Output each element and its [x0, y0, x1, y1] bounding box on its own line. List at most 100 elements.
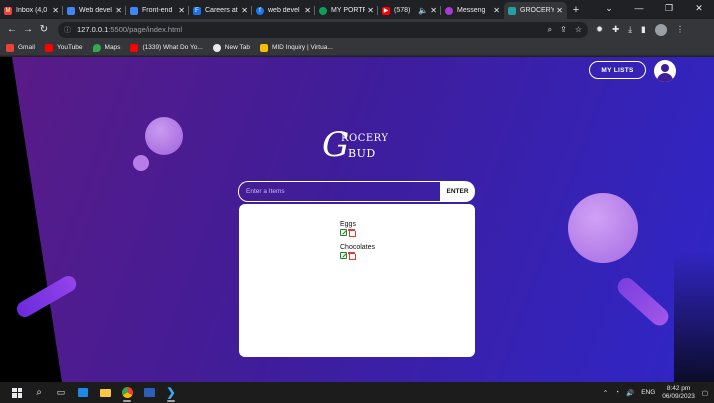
store-app[interactable]: [72, 382, 94, 403]
url-host: 127.0.0.1: [77, 25, 109, 34]
bookmark-label: MID Inquiry | Virtua...: [271, 44, 333, 51]
tab-label: MY PORTF: [331, 7, 366, 14]
tab-label: (578): [394, 7, 411, 14]
decor-pill-right: [613, 274, 673, 330]
close-icon[interactable]: ✕: [115, 6, 122, 15]
f-icon: F: [193, 6, 201, 15]
bookmark-label: Maps: [104, 44, 121, 51]
right-decor-shade: [674, 57, 714, 382]
tab-label: Inbox (4,0: [16, 7, 48, 14]
youtube-icon: [130, 43, 139, 52]
menu-kebab-icon[interactable]: ⋮: [676, 24, 685, 35]
close-icon[interactable]: ✕: [493, 6, 500, 15]
share-icon[interactable]: ⇪: [560, 25, 567, 35]
tab-gmail[interactable]: M Inbox (4,0 ✕: [0, 2, 63, 19]
bookmark-new-tab[interactable]: New Tab: [212, 43, 250, 52]
minimize-button[interactable]: —: [624, 0, 654, 19]
tab-careers[interactable]: F Careers at ✕: [189, 2, 252, 19]
info-icon[interactable]: ⓘ: [64, 25, 71, 35]
speaker-icon[interactable]: 🔈: [418, 6, 428, 15]
start-button[interactable]: [6, 382, 28, 403]
close-icon[interactable]: ✕: [241, 6, 248, 15]
bookmark-maps[interactable]: Maps: [92, 43, 121, 52]
trash-icon[interactable]: [348, 229, 356, 237]
notification-icon[interactable]: ▢: [702, 389, 708, 397]
tab-label: Messeng: [457, 7, 486, 14]
tab-front-end[interactable]: Front-end ✕: [126, 2, 189, 19]
language-indicator[interactable]: ENG: [641, 389, 655, 396]
logo-bottom-text: BUD: [348, 147, 376, 160]
decor-circle-small: [133, 155, 149, 171]
restore-button[interactable]: ❐: [654, 0, 684, 19]
avatar-body: [657, 73, 673, 82]
tab-youtube[interactable]: ▶ (578) 🔈 ✕: [378, 2, 441, 19]
volume-icon[interactable]: 🔊: [626, 389, 634, 397]
edit-icon[interactable]: [340, 252, 347, 259]
network-icon[interactable]: ◔: [615, 389, 619, 396]
new-tab-button[interactable]: +: [567, 2, 585, 19]
close-icon[interactable]: ✕: [304, 6, 311, 15]
zoom-icon[interactable]: ⌕: [548, 25, 552, 35]
decor-circle-right: [568, 193, 638, 263]
facebook-icon: f: [256, 6, 264, 15]
profile-avatar[interactable]: [654, 23, 667, 36]
windows-taskbar: ⌕ ▭ ❯ ⌃ ◔ 🔊 ENG 8:42 pm 06/09/2023 ▢: [0, 382, 714, 403]
close-window-button[interactable]: ✕: [684, 0, 714, 19]
side-panel-icon[interactable]: ▮: [641, 24, 646, 35]
close-icon[interactable]: ✕: [556, 6, 563, 15]
search-button[interactable]: ⌕: [28, 382, 50, 403]
download-icon[interactable]: ⤓: [628, 24, 632, 35]
tab-messenger[interactable]: Messeng ✕: [441, 2, 504, 19]
vscode-app[interactable]: ❯: [160, 382, 182, 403]
youtube-icon: ▶: [382, 6, 390, 15]
address-bar[interactable]: ⓘ 127.0.0.1:5500/page/index.html ⌕ ⇪ ☆: [58, 21, 588, 38]
trash-icon[interactable]: [348, 252, 356, 260]
search-icon: ⌕: [36, 387, 42, 398]
youtube-icon: [44, 43, 53, 52]
grocery-icon: [508, 6, 516, 15]
item-input[interactable]: [238, 181, 440, 202]
close-icon[interactable]: ✕: [367, 6, 374, 15]
close-icon[interactable]: ✕: [52, 6, 59, 15]
edit-icon[interactable]: [340, 229, 347, 236]
tab-portfolio[interactable]: MY PORTF ✕: [315, 2, 378, 19]
tab-label: Front-end: [142, 7, 173, 14]
tab-grocery[interactable]: GROCERY ✕: [504, 2, 567, 19]
extension-gear-icon[interactable]: ✹: [596, 24, 603, 35]
bookmark-mid-inquiry[interactable]: MID Inquiry | Virtua...: [259, 43, 333, 52]
close-icon[interactable]: ✕: [178, 6, 185, 15]
chrome-icon: [121, 387, 133, 398]
tab-label: GROCERY: [520, 7, 555, 14]
tab-web-devel[interactable]: Web devel ✕: [63, 2, 126, 19]
list-item: Eggs: [340, 221, 356, 237]
user-avatar-icon[interactable]: [654, 60, 676, 82]
messenger-icon: [445, 6, 453, 15]
clock[interactable]: 8:42 pm 06/09/2023: [662, 385, 695, 401]
close-icon[interactable]: ✕: [430, 6, 437, 15]
browser-toolbar: ← → ↻ ⓘ 127.0.0.1:5500/page/index.html ⌕…: [0, 19, 714, 40]
folder-icon: [99, 388, 111, 397]
tab-label: Careers at: [205, 7, 238, 14]
building-icon: [259, 43, 268, 52]
maps-icon: [92, 43, 101, 52]
tab-facebook[interactable]: f web devel ✕: [252, 2, 315, 19]
chrome-app[interactable]: [116, 382, 138, 403]
bookmark-youtube[interactable]: YouTube: [44, 43, 83, 52]
bookmark-star-icon[interactable]: ☆: [575, 25, 582, 35]
bookmark-what-do-you[interactable]: (1339) What Do Yo...: [130, 43, 203, 52]
task-view-button[interactable]: ▭: [50, 382, 72, 403]
chevron-up-icon[interactable]: ⌃: [603, 389, 608, 397]
bookmark-gmail[interactable]: Gmail: [6, 43, 35, 52]
extensions-puzzle-icon[interactable]: ✚: [612, 24, 619, 35]
file-explorer-app[interactable]: [94, 382, 116, 403]
bookmark-label: Gmail: [18, 44, 35, 51]
forward-button[interactable]: →: [20, 24, 36, 35]
my-lists-button[interactable]: MY LISTS: [589, 61, 646, 79]
powershell-app[interactable]: [138, 382, 160, 403]
tab-search-icon[interactable]: ⌄: [594, 0, 624, 19]
back-button[interactable]: ←: [4, 24, 20, 35]
enter-button[interactable]: ENTER: [440, 181, 475, 202]
web-icon: [130, 6, 138, 15]
reload-button[interactable]: ↻: [36, 24, 52, 35]
gmail-icon: M: [4, 6, 12, 15]
